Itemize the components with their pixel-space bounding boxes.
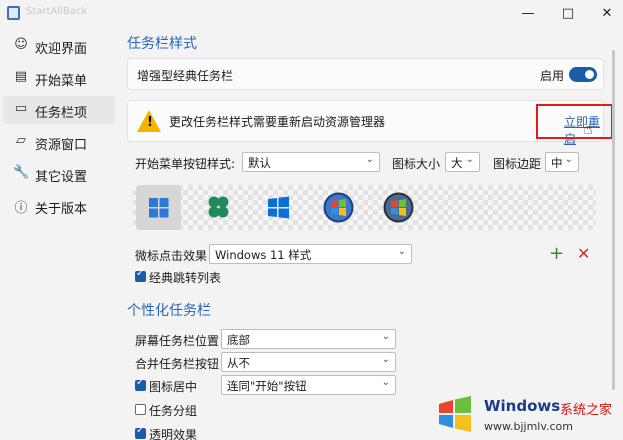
sidebar-item-explorer[interactable]: ▱ 资源窗口 — [3, 128, 115, 156]
app-icon — [7, 6, 20, 20]
windows10-logo-option[interactable] — [256, 185, 301, 230]
chevron-down-icon: ⌄ — [381, 354, 390, 365]
info-icon: ⓘ — [14, 201, 28, 216]
classic-jumplist-label: 经典跳转列表 — [149, 271, 222, 285]
center-icons-checkbox[interactable] — [135, 377, 146, 391]
windows7-orb-icon — [323, 192, 354, 223]
folder-icon: ▱ — [16, 133, 26, 148]
click-effect-label: 微标点击效果 — [135, 249, 208, 263]
sidebar-item-label: 其它设置 — [35, 170, 88, 185]
minimize-button[interactable]: — — [515, 4, 541, 24]
sidebar-item-other-settings[interactable]: 🔧 其它设置 — [3, 160, 115, 188]
icon-margin-label: 图标边距 — [493, 157, 542, 171]
windows10-logo-icon — [268, 196, 289, 219]
start-button-style-select[interactable]: 默认 ⌄ — [242, 152, 380, 172]
sidebar-item-label: 欢迎界面 — [35, 42, 88, 57]
sidebar: ☺ 欢迎界面 ▤ 开始菜单 ▭ 任务栏项 ▱ 资源窗口 🔧 其它设置 ⓘ 关于版… — [0, 28, 118, 440]
center-icons-label: 图标居中 — [149, 380, 198, 394]
warning-text: 更改任务栏样式需要重新启动资源管理器 — [169, 115, 386, 129]
clover-logo-icon — [208, 196, 229, 218]
task-grouping-checkbox[interactable] — [135, 404, 146, 415]
sidebar-item-label: 开始菜单 — [35, 74, 88, 89]
windows11-logo-icon — [149, 198, 169, 218]
hand-cursor-icon: ☝ — [583, 119, 593, 138]
window-title: StartAllBack — [26, 6, 88, 17]
main-content: 任务栏样式 增强型经典任务栏 启用 ! 更改任务栏样式需要重新启动资源管理器 立… — [118, 28, 623, 440]
taskbar-position-select[interactable]: 底部 ⌄ — [221, 329, 396, 349]
restart-warning-card: ! 更改任务栏样式需要重新启动资源管理器 立即重启 ☝ — [127, 100, 613, 146]
smile-icon: ☺ — [14, 37, 28, 52]
clover-logo-option[interactable] — [196, 185, 241, 230]
maximize-button[interactable]: □ — [555, 4, 581, 24]
windows7-orb-alt-option[interactable] — [376, 185, 421, 230]
classic-jumplist-checkbox[interactable] — [135, 268, 146, 282]
section-title-personalize: 个性化任务栏 — [127, 303, 211, 319]
chevron-down-icon: ⌄ — [564, 154, 573, 165]
click-effect-select[interactable]: Windows 11 样式 ⌄ — [209, 244, 412, 264]
taskbar-icon: ▭ — [14, 101, 28, 116]
windows7-orb-option[interactable] — [316, 185, 361, 230]
sidebar-item-label: 任务栏项 — [35, 106, 88, 121]
highlight-box — [536, 104, 613, 139]
chevron-down-icon: ⌄ — [397, 246, 406, 257]
enhanced-taskbar-toggle[interactable] — [569, 67, 597, 82]
icon-size-select[interactable]: 大 ⌄ — [445, 152, 480, 172]
windows-watermark-logo-icon — [439, 396, 471, 432]
watermark-brand-cn: 系统之家 — [560, 403, 613, 418]
icon-margin-select[interactable]: 中 ⌄ — [545, 152, 579, 172]
start-button-style-label: 开始菜单按钮样式: — [135, 157, 236, 171]
windows7-orb-alt-icon — [383, 192, 414, 223]
transparency-checkbox[interactable] — [135, 425, 146, 439]
toggle-label: 启用 — [540, 69, 565, 83]
close-button[interactable]: ✕ — [594, 4, 620, 24]
taskbar-position-label: 屏幕任务栏位置 — [135, 334, 220, 348]
start-menu-icon: ▤ — [14, 69, 28, 84]
center-icons-select[interactable]: 连同"开始"按钮 ⌄ — [221, 375, 396, 395]
section-title-taskbar-style: 任务栏样式 — [127, 36, 197, 52]
watermark-brand: Windows — [484, 397, 561, 415]
wrench-icon: 🔧 — [13, 165, 30, 180]
watermark-url: www.bjjmlv.com — [484, 420, 573, 433]
sidebar-item-label: 关于版本 — [35, 202, 88, 217]
combine-buttons-label: 合并任务栏按钮 — [135, 357, 220, 371]
chevron-down-icon: ⌄ — [381, 377, 390, 388]
sidebar-item-label: 资源窗口 — [35, 138, 88, 153]
transparency-label: 透明效果 — [149, 428, 198, 440]
chevron-down-icon: ⌄ — [465, 154, 474, 165]
enhanced-taskbar-label: 增强型经典任务栏 — [137, 69, 234, 83]
remove-icon[interactable]: ✕ — [577, 245, 590, 263]
enhanced-taskbar-card: 增强型经典任务栏 启用 — [127, 58, 604, 90]
scrollbar[interactable] — [612, 50, 615, 390]
windows11-logo-option[interactable] — [136, 185, 181, 230]
title-bar: StartAllBack — □ ✕ — [0, 0, 623, 28]
sidebar-item-taskbar[interactable]: ▭ 任务栏项 — [3, 96, 115, 124]
sidebar-item-about[interactable]: ⓘ 关于版本 — [3, 192, 115, 220]
chevron-down-icon: ⌄ — [365, 154, 374, 165]
chevron-down-icon: ⌄ — [381, 331, 390, 342]
task-grouping-label: 任务分组 — [149, 404, 198, 418]
icon-size-label: 图标大小 — [392, 157, 441, 171]
sidebar-item-start-menu[interactable]: ▤ 开始菜单 — [3, 64, 115, 92]
combine-buttons-select[interactable]: 从不 ⌄ — [221, 352, 396, 372]
sidebar-item-welcome[interactable]: ☺ 欢迎界面 — [3, 32, 115, 60]
add-icon[interactable]: + — [549, 245, 564, 263]
start-logo-picker — [133, 185, 596, 230]
